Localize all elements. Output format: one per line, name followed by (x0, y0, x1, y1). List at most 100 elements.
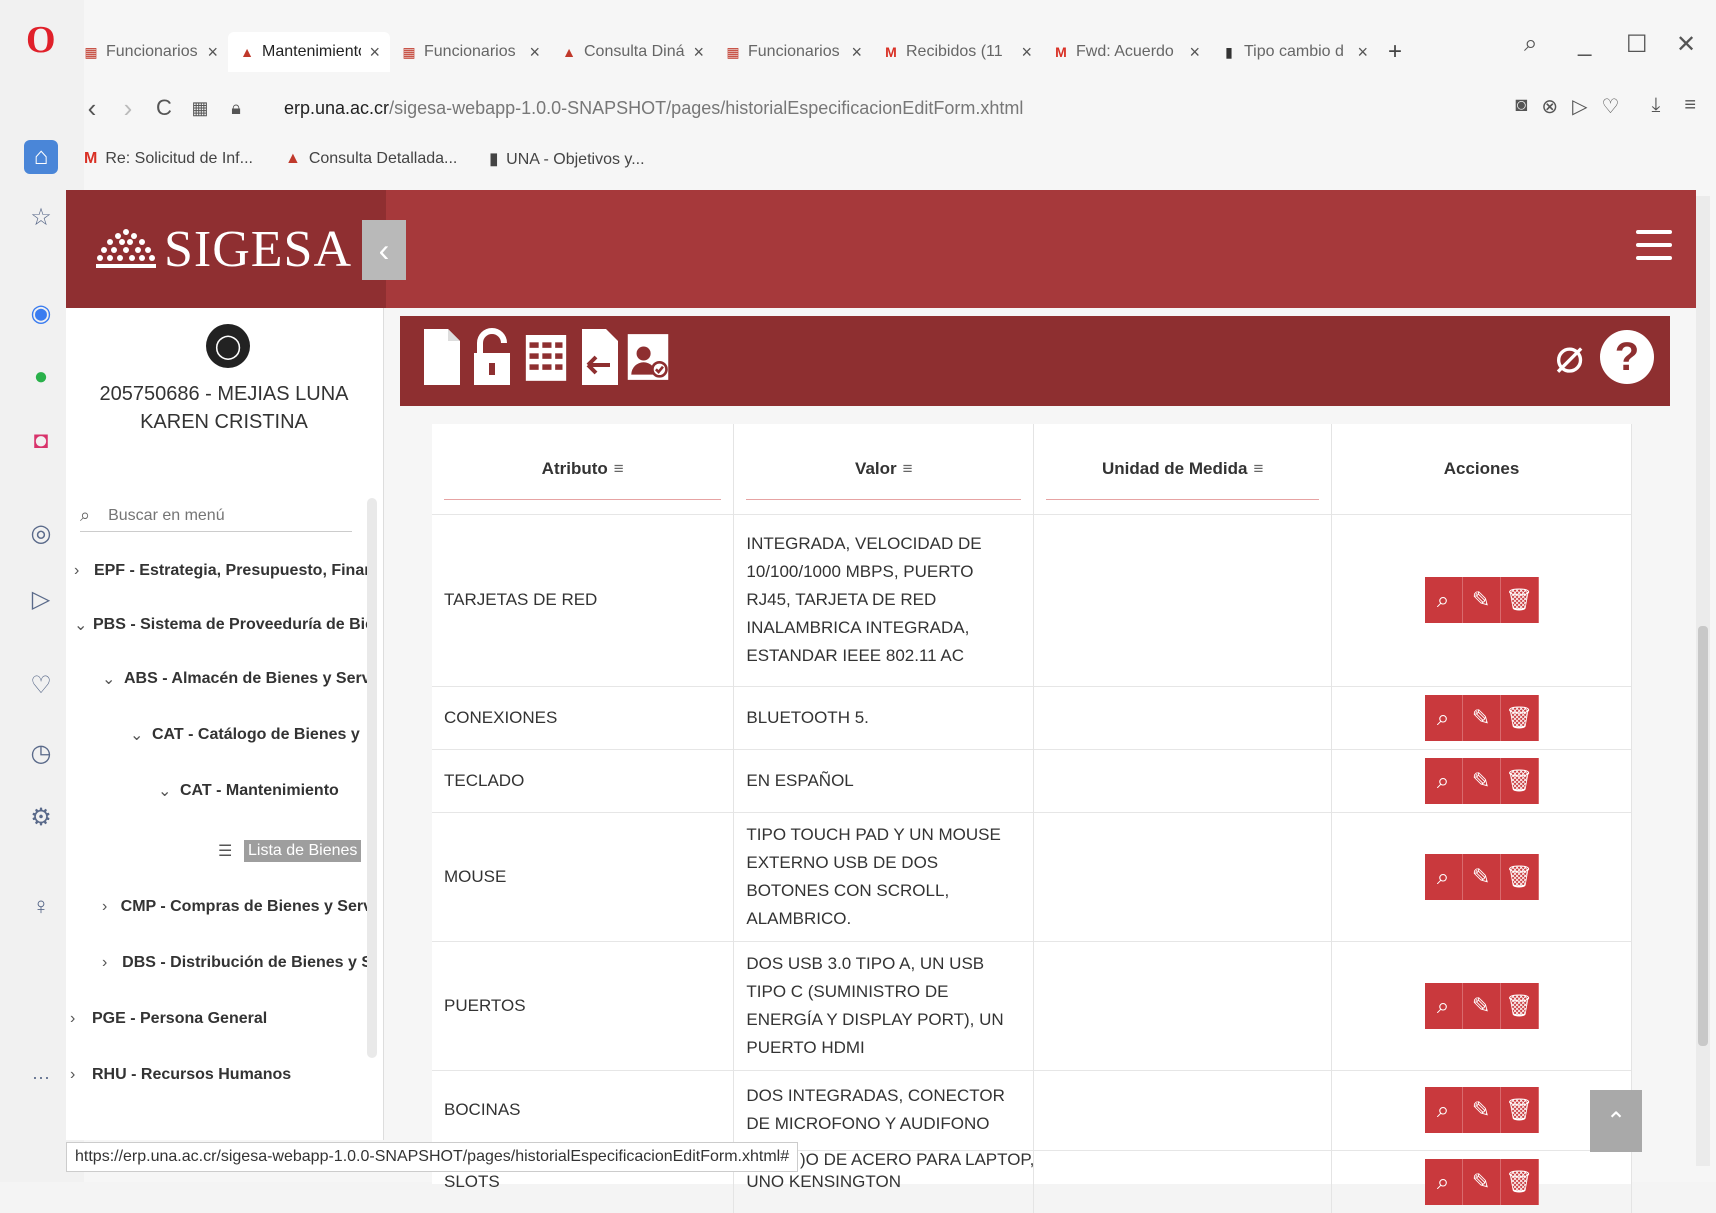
column-header-valor[interactable]: Valor ≡ (733, 424, 1035, 514)
menu-item-abs[interactable]: ⌄ ABS - Almacén de Bienes y Serv (102, 664, 372, 694)
close-icon[interactable]: × (529, 42, 540, 63)
page-scrollbar[interactable] (1696, 196, 1710, 1166)
tab[interactable]: M Recibidos (11 × (872, 32, 1042, 72)
chevron-down-icon: ⌄ (102, 671, 116, 688)
maximize-icon[interactable]: ☐ (1626, 30, 1648, 59)
instagram-icon[interactable]: ◘ (24, 424, 58, 458)
view-button[interactable]: ⌕ (1424, 1087, 1463, 1133)
edit-button[interactable]: ✎ (1462, 757, 1501, 804)
document-swap-icon[interactable] (578, 326, 622, 388)
star-icon[interactable]: ☆ (24, 200, 58, 234)
view-button[interactable]: ⌕ (1424, 853, 1463, 900)
view-button[interactable]: ⌕ (1424, 982, 1463, 1029)
sort-icon[interactable]: ≡ (1253, 459, 1263, 478)
bookmark[interactable]: ▮ UNA - Objetivos y... (489, 149, 644, 169)
menu-icon[interactable]: ≡ (1684, 94, 1696, 119)
minimize-icon[interactable]: _ (1578, 30, 1591, 58)
tab[interactable]: ▦ Funcionarios | × (72, 32, 228, 72)
close-icon[interactable]: × (207, 42, 218, 63)
collapse-sidebar-button[interactable]: ‹ (362, 220, 406, 280)
spreadsheet-edit-icon[interactable] (524, 326, 568, 388)
lightbulb-icon[interactable]: ♀ (24, 890, 58, 924)
edit-button[interactable]: ✎ (1462, 853, 1501, 900)
delete-button[interactable]: 🗑︎ (1500, 694, 1539, 741)
menu-item-pbs[interactable]: ⌄ PBS - Sistema de Proveeduría de Bie (74, 610, 374, 640)
whatsapp-icon[interactable]: ● (24, 360, 58, 394)
edit-button[interactable]: ✎ (1462, 577, 1501, 623)
home-icon[interactable]: ⌂ (24, 140, 58, 174)
menu-item-epf[interactable]: › EPF - Estrategia, Presupuesto, Finan (74, 556, 374, 586)
menu-item-pge[interactable]: › PGE - Persona General (70, 1004, 370, 1034)
close-icon[interactable]: × (1357, 42, 1368, 63)
view-button[interactable]: ⌕ (1424, 757, 1463, 804)
send-icon[interactable]: ▷ (24, 582, 58, 616)
messenger-icon[interactable]: ◉ (24, 296, 58, 330)
tab[interactable]: M Fwd: Acuerdo × (1042, 32, 1210, 72)
url-field[interactable]: erp.una.ac.cr/sigesa-webapp-1.0.0-SNAPSH… (284, 98, 1023, 119)
delete-button[interactable]: 🗑︎ (1500, 982, 1539, 1029)
reload-icon[interactable]: C (146, 95, 182, 121)
download-icon[interactable]: ⤓ (1651, 94, 1660, 119)
speed-dial-icon[interactable]: ▦ (182, 98, 218, 119)
new-tab-button[interactable]: + (1378, 32, 1418, 72)
search-tabs-icon[interactable]: ⌕ (1524, 30, 1537, 58)
adblock-icon[interactable]: ⊗ (1541, 94, 1558, 119)
tab-active[interactable]: ▲ Mantenimiento × (228, 32, 390, 72)
more-icon[interactable]: ··· (24, 1060, 58, 1094)
delete-button[interactable]: 🗑︎ (1500, 757, 1539, 804)
close-icon[interactable]: × (1021, 42, 1032, 63)
view-button[interactable]: ⌕ (1424, 694, 1463, 741)
sidebar-scrollbar[interactable] (367, 498, 377, 1058)
cell-acciones: ⌕ ✎ 🗑︎ (1331, 513, 1632, 686)
column-header-unidad[interactable]: Unidad de Medida ≡ (1033, 424, 1333, 514)
menu-item-rhu[interactable]: › RHU - Recursos Humanos (70, 1060, 370, 1090)
attachment-icon[interactable]: ⌀ (1555, 328, 1584, 384)
close-window-icon[interactable]: ✕ (1676, 30, 1696, 59)
heart-icon[interactable]: ♡ (24, 668, 58, 702)
delete-button[interactable]: 🗑︎ (1500, 853, 1539, 900)
sort-icon[interactable]: ≡ (614, 459, 624, 478)
menu-item-dbs[interactable]: › DBS - Distribución de Bienes y S (102, 948, 372, 978)
search-input[interactable] (108, 506, 309, 525)
tab[interactable]: ▦ Funcionarios | × (390, 32, 550, 72)
close-icon[interactable]: × (369, 42, 380, 63)
tab[interactable]: ▮ Tipo cambio d × (1210, 32, 1378, 72)
edit-button[interactable]: ✎ (1462, 1087, 1501, 1133)
help-icon[interactable]: ? (1600, 330, 1654, 384)
scrollbar-thumb[interactable] (1698, 626, 1708, 1046)
camera-icon[interactable]: ◙ (1515, 94, 1527, 119)
tab[interactable]: ▦ Funcionarios | × (714, 32, 872, 72)
delete-button[interactable]: 🗑︎ (1500, 1087, 1539, 1133)
player-icon[interactable]: ◎ (24, 516, 58, 550)
close-icon[interactable]: × (851, 42, 862, 63)
hamburger-menu-icon[interactable] (1636, 230, 1672, 260)
bookmark[interactable]: M Re: Solicitud de Inf... (84, 150, 253, 168)
avatar[interactable]: ◯ (206, 324, 250, 368)
tab[interactable]: ▲ Consulta Dinár × (550, 32, 714, 72)
edit-button[interactable]: ✎ (1462, 982, 1501, 1029)
column-header-atributo[interactable]: Atributo ≡ (432, 424, 735, 514)
edit-button[interactable]: ✎ (1462, 694, 1501, 741)
unlock-icon[interactable] (470, 326, 514, 388)
back-icon[interactable]: ‹ (74, 93, 110, 124)
new-document-icon[interactable] (420, 326, 464, 388)
menu-item-lista-bienes[interactable]: ☰ Lista de Bienes (218, 836, 368, 866)
menu-item-cmp[interactable]: › CMP - Compras de Bienes y Serv (102, 892, 372, 922)
scroll-top-button[interactable]: ⌃ (1590, 1090, 1642, 1152)
user-approve-icon[interactable] (626, 326, 670, 388)
delete-button[interactable]: 🗑︎ (1500, 577, 1539, 623)
close-icon[interactable]: × (693, 42, 704, 63)
settings-icon[interactable]: ⚙ (24, 800, 58, 834)
forward-icon[interactable]: › (110, 93, 146, 124)
menu-item-cat-catalogo[interactable]: ⌄ CAT - Catálogo de Bienes y (130, 720, 370, 750)
view-button[interactable]: ⌕ (1424, 577, 1463, 623)
close-icon[interactable]: × (1189, 42, 1200, 63)
bookmark[interactable]: ▲ Consulta Detallada... (285, 150, 457, 168)
flow-icon[interactable]: ▷ (1572, 94, 1587, 119)
heart-icon[interactable]: ♡ (1602, 94, 1620, 119)
opera-logo-icon[interactable]: O (26, 21, 56, 59)
sort-icon[interactable]: ≡ (903, 459, 913, 478)
history-icon[interactable]: ◷ (24, 736, 58, 770)
bookmark-label: UNA - Objetivos y... (506, 151, 645, 168)
menu-item-cat-mantenimiento[interactable]: ⌄ CAT - Mantenimiento (158, 776, 368, 806)
